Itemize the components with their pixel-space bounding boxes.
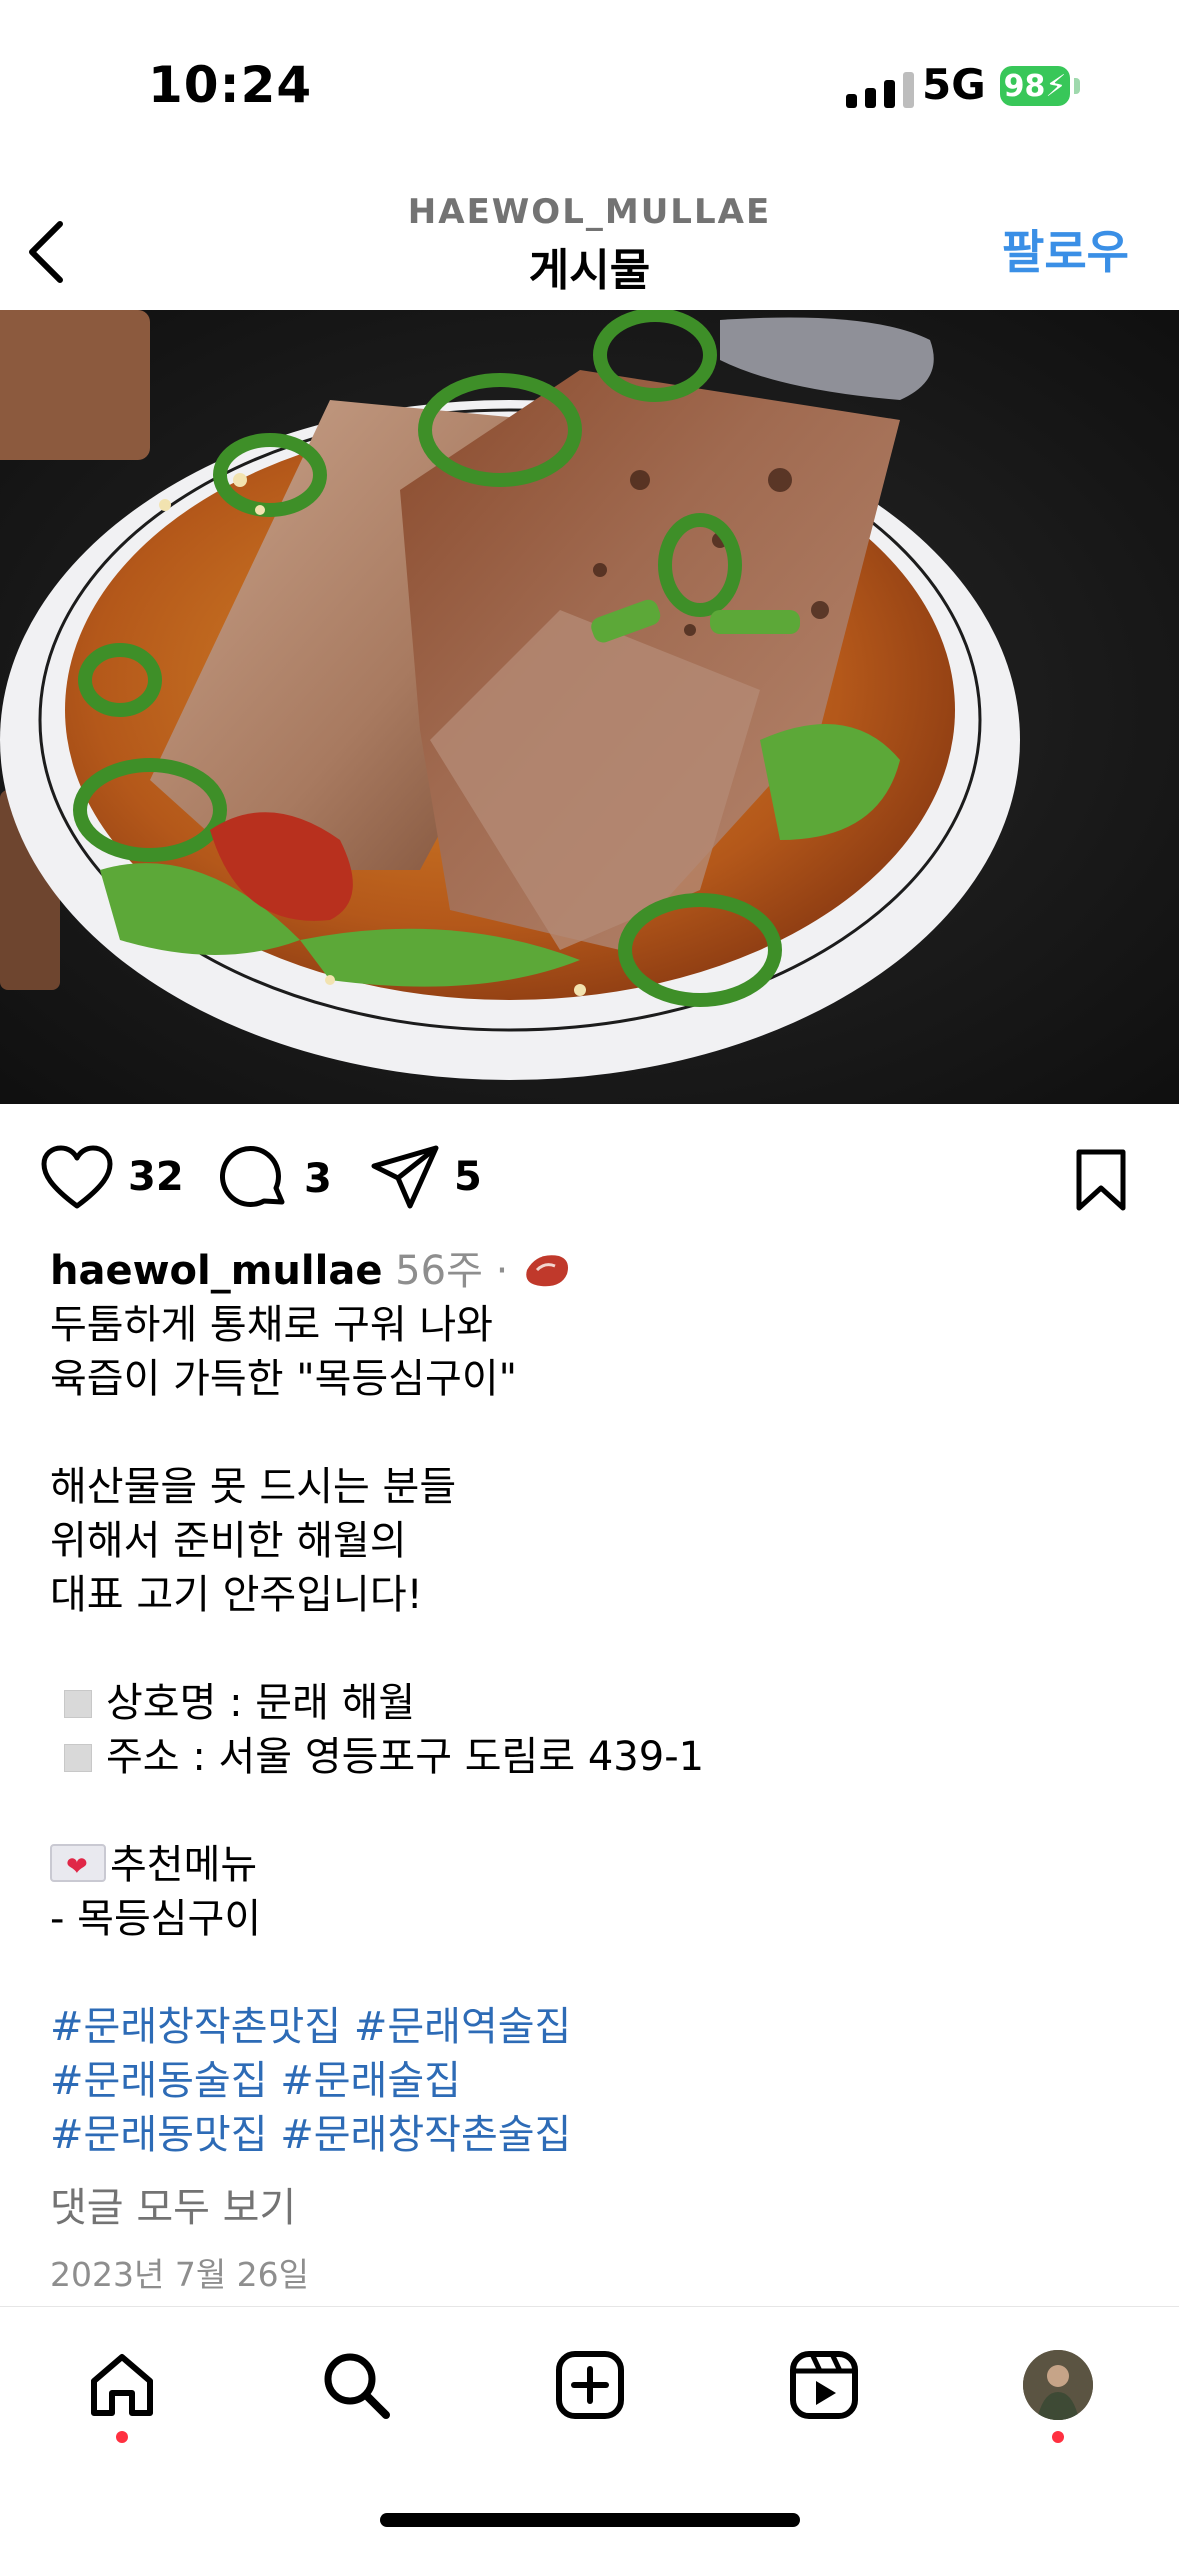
caption-line: 대표 고기 안주입니다! xyxy=(50,1572,423,1618)
tab-reels[interactable] xyxy=(784,2345,864,2425)
post-actions: 32 3 5 xyxy=(0,1104,1179,1244)
follow-button[interactable]: 팔로우 xyxy=(1002,216,1129,282)
share-count: 5 xyxy=(454,1154,482,1200)
reels-icon xyxy=(790,2351,858,2419)
heart-icon xyxy=(41,1145,113,1209)
meat-emoji-icon xyxy=(526,1255,569,1287)
battery-nub xyxy=(1074,78,1080,94)
network-type: 5G xyxy=(922,60,986,109)
post-header: HAEWOL_MULLAE 게시물 팔로우 xyxy=(0,180,1179,310)
save-button[interactable] xyxy=(1073,1148,1129,1216)
search-icon xyxy=(324,2353,390,2419)
store-address: 주소 : 서울 영등포구 도림로 439-1 xyxy=(106,1734,705,1780)
caption-store-line: 상호명 : 문래 해월 xyxy=(50,1676,1130,1730)
hashtag-line[interactable]: #문래동술집 #문래술집 xyxy=(50,2054,1130,2108)
profile-avatar xyxy=(1023,2350,1093,2420)
status-time: 10:24 xyxy=(148,56,313,114)
caption-line: 두툼하게 통채로 구워 나와 xyxy=(50,1302,493,1348)
food-photo xyxy=(0,310,1179,1104)
status-bar: 10:24 5G 98 ⚡ xyxy=(0,0,1179,170)
home-notification-dot xyxy=(116,2431,128,2443)
store-name: 상호명 : 문래 해월 xyxy=(106,1680,416,1726)
caption-line: 위해서 준비한 해월의 xyxy=(50,1518,407,1564)
comment-button[interactable]: 3 xyxy=(220,1144,332,1214)
comment-count: 3 xyxy=(304,1156,332,1202)
tab-profile[interactable] xyxy=(1018,2345,1098,2425)
bookmark-icon xyxy=(1076,1149,1126,1211)
like-count: 32 xyxy=(128,1154,184,1200)
caption-menu-line: 추천메뉴 xyxy=(50,1838,1130,1894)
caption-username[interactable]: haewol_mullae xyxy=(50,1248,382,1294)
post-caption: haewol_mullae 56주 · 두툼하게 통채로 구워 나와 육즙이 가… xyxy=(50,1244,1130,2162)
tab-search[interactable] xyxy=(316,2345,396,2425)
like-button[interactable]: 32 xyxy=(40,1144,184,1210)
share-icon xyxy=(371,1145,439,1209)
square-icon xyxy=(64,1690,92,1718)
caption-line: 육즙이 가득한 "목등심구이" xyxy=(50,1356,518,1402)
hashtag-line[interactable]: #문래창작촌맛집 #문래역술집 xyxy=(50,2000,1130,2054)
tab-create[interactable] xyxy=(550,2345,630,2425)
post-date: 2023년 7월 26일 xyxy=(50,2255,310,2294)
profile-notification-dot xyxy=(1052,2431,1064,2443)
caption-header-line: haewol_mullae 56주 · xyxy=(50,1244,1130,1298)
view-all-comments-link[interactable]: 댓글 모두 보기 xyxy=(50,2175,296,2233)
caption-line: - 목등심구이 xyxy=(50,1896,262,1942)
battery-level: 98 xyxy=(1003,68,1046,104)
post-age: 56주 · xyxy=(395,1248,509,1294)
caption-line: 해산물을 못 드시는 분들 xyxy=(50,1464,457,1510)
create-icon xyxy=(556,2351,624,2419)
love-letter-icon xyxy=(50,1840,106,1894)
avatar-image xyxy=(1023,2350,1093,2420)
menu-heading: 추천메뉴 xyxy=(110,1842,258,1888)
share-button[interactable]: 5 xyxy=(370,1144,482,1210)
signal-icon xyxy=(846,68,914,108)
post-image[interactable] xyxy=(0,310,1179,1104)
home-icon xyxy=(91,2354,153,2416)
tab-home[interactable] xyxy=(82,2345,162,2425)
hashtag-line[interactable]: #문래동맛집 #문래창작촌술집 xyxy=(50,2108,1130,2162)
caption-address-line: 주소 : 서울 영등포구 도림로 439-1 xyxy=(50,1730,1130,1784)
battery-icon: 98 ⚡ xyxy=(1000,66,1070,106)
comment-icon xyxy=(220,1146,285,1207)
home-indicator xyxy=(380,2513,800,2527)
square-icon xyxy=(64,1744,92,1772)
